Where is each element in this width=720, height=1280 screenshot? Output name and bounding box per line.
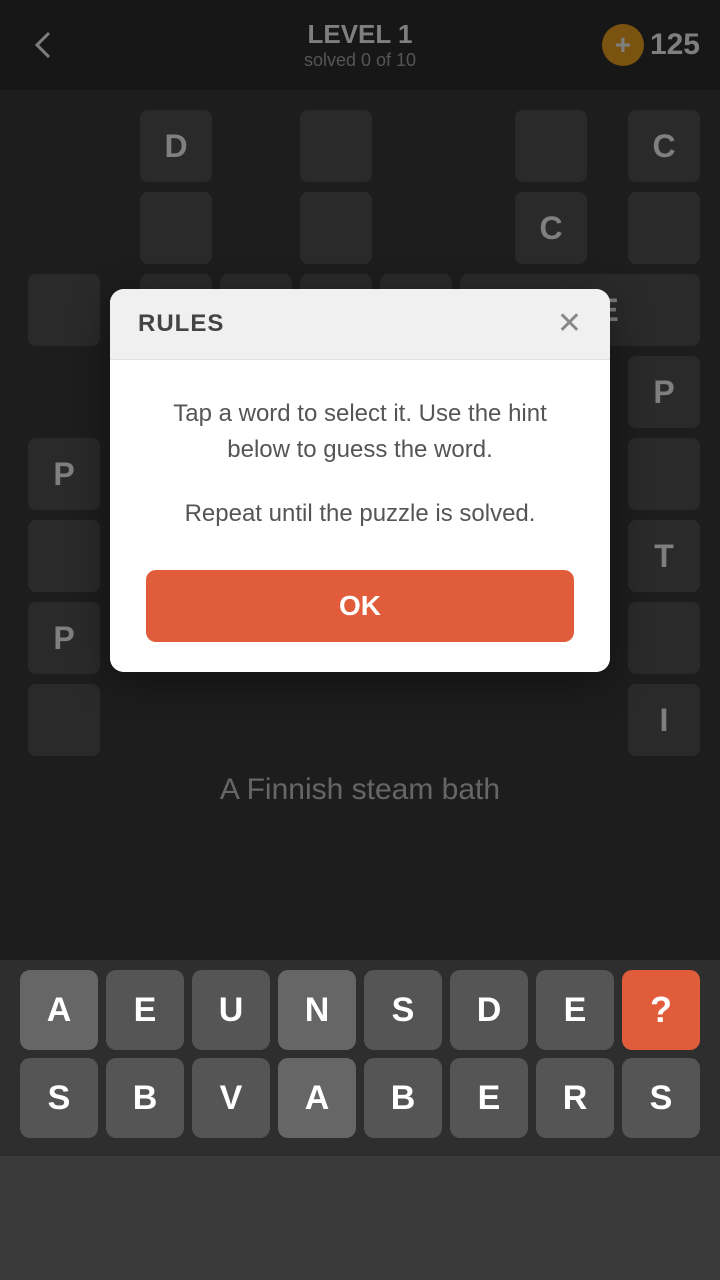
- key-E-r1-1[interactable]: E: [106, 970, 184, 1050]
- key-B-r2-1[interactable]: B: [106, 1058, 184, 1138]
- modal-ok-button[interactable]: OK: [146, 570, 574, 642]
- keyboard-row-1: AEUNSDE?: [8, 970, 712, 1050]
- key-V-r2-2[interactable]: V: [192, 1058, 270, 1138]
- modal-overlay: RULES ✕ Tap a word to select it. Use the…: [0, 0, 720, 960]
- keyboard: AEUNSDE? SBVABERS: [0, 960, 720, 1156]
- key-N-r1-3[interactable]: N: [278, 970, 356, 1050]
- modal-body: Tap a word to select it. Use the hint be…: [110, 360, 610, 672]
- key-B-r2-4[interactable]: B: [364, 1058, 442, 1138]
- key-S-r1-4[interactable]: S: [364, 970, 442, 1050]
- modal-close-button[interactable]: ✕: [557, 309, 582, 339]
- key-S-r2-7[interactable]: S: [622, 1058, 700, 1138]
- modal-text2: Repeat until the puzzle is solved.: [146, 496, 574, 532]
- modal-title: RULES: [138, 310, 224, 338]
- key-?-r1-7[interactable]: ?: [622, 970, 700, 1050]
- keyboard-row-2: SBVABERS: [8, 1058, 712, 1138]
- key-U-r1-2[interactable]: U: [192, 970, 270, 1050]
- key-E-r1-6[interactable]: E: [536, 970, 614, 1050]
- modal-text1: Tap a word to select it. Use the hint be…: [146, 396, 574, 468]
- key-E-r2-5[interactable]: E: [450, 1058, 528, 1138]
- rules-modal: RULES ✕ Tap a word to select it. Use the…: [110, 289, 610, 672]
- key-A-r1-0[interactable]: A: [20, 970, 98, 1050]
- key-D-r1-5[interactable]: D: [450, 970, 528, 1050]
- key-R-r2-6[interactable]: R: [536, 1058, 614, 1138]
- key-S-r2-0[interactable]: S: [20, 1058, 98, 1138]
- key-A-r2-3[interactable]: A: [278, 1058, 356, 1138]
- modal-header: RULES ✕: [110, 289, 610, 360]
